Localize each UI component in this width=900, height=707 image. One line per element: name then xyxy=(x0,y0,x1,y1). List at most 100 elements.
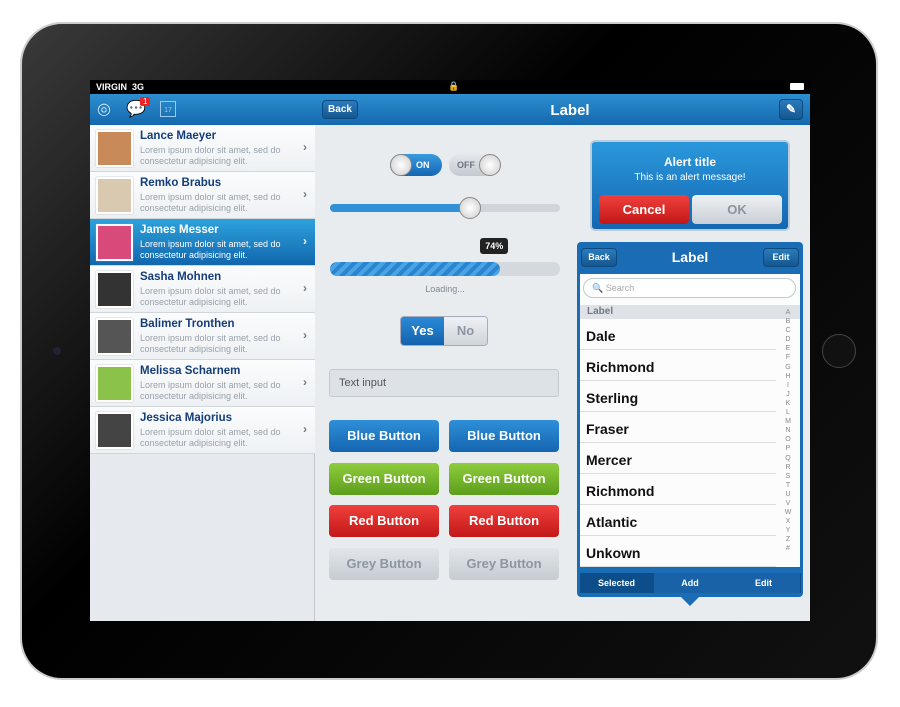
chevron-right-icon: › xyxy=(303,328,307,342)
list-item[interactable]: Fraser xyxy=(580,412,776,443)
index-letter[interactable]: M xyxy=(778,417,798,426)
tab-selected[interactable]: Selected xyxy=(580,573,654,593)
index-letter[interactable]: R xyxy=(778,463,798,472)
toggle-on[interactable]: ON xyxy=(390,154,442,176)
blue-button[interactable]: Blue Button xyxy=(449,420,559,452)
alert-title: Alert title xyxy=(663,155,716,169)
list-item[interactable]: Mercer xyxy=(580,443,776,474)
index-letter[interactable]: U xyxy=(778,490,798,499)
alert-cancel-button[interactable]: Cancel xyxy=(599,195,689,224)
index-letter[interactable]: W xyxy=(778,508,798,517)
list-item[interactable]: Richmond xyxy=(580,350,776,381)
index-letter[interactable]: E xyxy=(778,344,798,353)
contact-description: Lorem ipsum dolor sit amet, sed do conse… xyxy=(140,145,281,166)
lifebuoy-icon[interactable]: ◎ xyxy=(97,99,111,119)
contact-row[interactable]: James Messer Lorem ipsum dolor sit amet, … xyxy=(90,219,315,266)
grey-button[interactable]: Grey Button xyxy=(449,547,559,580)
index-letter[interactable]: Z xyxy=(778,535,798,544)
index-letter[interactable]: I xyxy=(778,381,798,390)
index-letter[interactable]: V xyxy=(778,499,798,508)
segment-no[interactable]: No xyxy=(444,317,487,345)
index-letter[interactable]: S xyxy=(778,472,798,481)
index-letter[interactable]: L xyxy=(778,408,798,417)
contact-name: Remko Brabus xyxy=(140,177,222,189)
index-letter[interactable]: O xyxy=(778,435,798,444)
grey-button[interactable]: Grey Button xyxy=(329,547,439,580)
slider-thumb[interactable] xyxy=(459,197,482,219)
contact-row[interactable]: Jessica Majorius Lorem ipsum dolor sit am… xyxy=(90,407,315,454)
chevron-right-icon: › xyxy=(303,234,307,248)
index-letter[interactable]: X xyxy=(778,517,798,526)
toggle-off-label: OFF xyxy=(457,160,475,170)
camera xyxy=(53,347,61,355)
contact-description: Lorem ipsum dolor sit amet, sed do conse… xyxy=(140,192,281,213)
alert-dialog: Alert title This is an alert message! Ca… xyxy=(590,140,790,231)
index-letter[interactable]: Q xyxy=(778,454,798,463)
index-letter[interactable]: P xyxy=(778,444,798,453)
contact-list: Lance Maeyer Lorem ipsum dolor sit amet, … xyxy=(90,125,315,621)
contact-name: James Messer xyxy=(140,224,219,236)
home-button[interactable] xyxy=(822,334,856,368)
tab-edit[interactable]: Edit xyxy=(727,573,801,593)
index-letter[interactable]: T xyxy=(778,481,798,490)
index-letter[interactable]: K xyxy=(778,399,798,408)
avatar xyxy=(96,177,133,214)
chevron-right-icon: › xyxy=(303,140,307,154)
contact-row[interactable]: Balimer Tronthen Lorem ipsum dolor sit am… xyxy=(90,313,315,360)
segmented-control: Yes No xyxy=(400,316,488,346)
contact-row[interactable]: Melissa Scharnem Lorem ipsum dolor sit am… xyxy=(90,360,315,407)
index-letter[interactable]: F xyxy=(778,353,798,362)
contact-description: Lorem ipsum dolor sit amet, sed do conse… xyxy=(140,333,281,354)
compose-icon[interactable]: ✎ xyxy=(779,99,803,120)
list-item[interactable]: Sterling xyxy=(580,381,776,412)
text-input[interactable]: Text input xyxy=(329,369,559,397)
index-letter[interactable]: A xyxy=(778,308,798,317)
list-item[interactable]: Atlantic xyxy=(580,505,776,536)
green-button[interactable]: Green Button xyxy=(449,462,559,495)
avatar xyxy=(96,318,133,355)
avatar xyxy=(96,412,133,449)
top-bar: ◎ 💬 1 17 Back Label ✎ xyxy=(90,94,810,125)
green-button[interactable]: Green Button xyxy=(329,462,439,495)
list-item[interactable]: Unkown xyxy=(580,536,776,567)
contact-description: Lorem ipsum dolor sit amet, sed do conse… xyxy=(140,239,281,260)
contact-description: Lorem ipsum dolor sit amet, sed do conse… xyxy=(140,427,281,448)
index-letter[interactable]: D xyxy=(778,335,798,344)
chevron-right-icon: › xyxy=(303,281,307,295)
index-letter[interactable]: B xyxy=(778,317,798,326)
alert-ok-button[interactable]: OK xyxy=(692,195,782,224)
avatar xyxy=(96,224,133,261)
index-letter[interactable]: Y xyxy=(778,526,798,535)
contact-row[interactable]: Lance Maeyer Lorem ipsum dolor sit amet, … xyxy=(90,125,315,172)
tab-add[interactable]: Add xyxy=(653,573,728,593)
avatar xyxy=(96,365,133,402)
progress-bar xyxy=(330,262,560,276)
contact-name: Sasha Mohnen xyxy=(140,271,222,283)
lock-icon: 🔒 xyxy=(448,81,460,91)
index-letter[interactable]: N xyxy=(778,426,798,435)
index-letter[interactable]: # xyxy=(778,544,798,553)
section-index[interactable]: A B C D E F G H I J K L M N O P Q R S T U V W X Y Z # xyxy=(778,308,798,554)
red-button[interactable]: Red Button xyxy=(449,505,559,537)
toggle-off[interactable]: OFF xyxy=(449,154,501,176)
calendar-icon[interactable]: 17 xyxy=(160,101,176,117)
index-letter[interactable]: G xyxy=(778,363,798,372)
index-letter[interactable]: H xyxy=(778,372,798,381)
section-header: Label xyxy=(580,305,800,319)
battery-icon xyxy=(790,83,804,90)
contact-row[interactable]: Sasha Mohnen Lorem ipsum dolor sit amet, … xyxy=(90,266,315,313)
blue-button[interactable]: Blue Button xyxy=(329,420,439,452)
list-item[interactable]: Richmond xyxy=(580,474,776,505)
popover-edit-button[interactable]: Edit xyxy=(763,248,799,267)
contact-row[interactable]: Remko Brabus Lorem ipsum dolor sit amet, … xyxy=(90,172,315,219)
red-button[interactable]: Red Button xyxy=(329,505,439,537)
index-letter[interactable]: C xyxy=(778,326,798,335)
search-input[interactable]: 🔍 Search xyxy=(583,278,796,298)
list-item[interactable]: Dale xyxy=(580,319,776,350)
index-letter[interactable]: J xyxy=(778,390,798,399)
chevron-right-icon: › xyxy=(303,375,307,389)
slider[interactable] xyxy=(330,197,560,219)
toggle-on-label: ON xyxy=(416,160,430,170)
segment-yes[interactable]: Yes xyxy=(401,317,444,345)
search-placeholder: Search xyxy=(605,283,635,293)
